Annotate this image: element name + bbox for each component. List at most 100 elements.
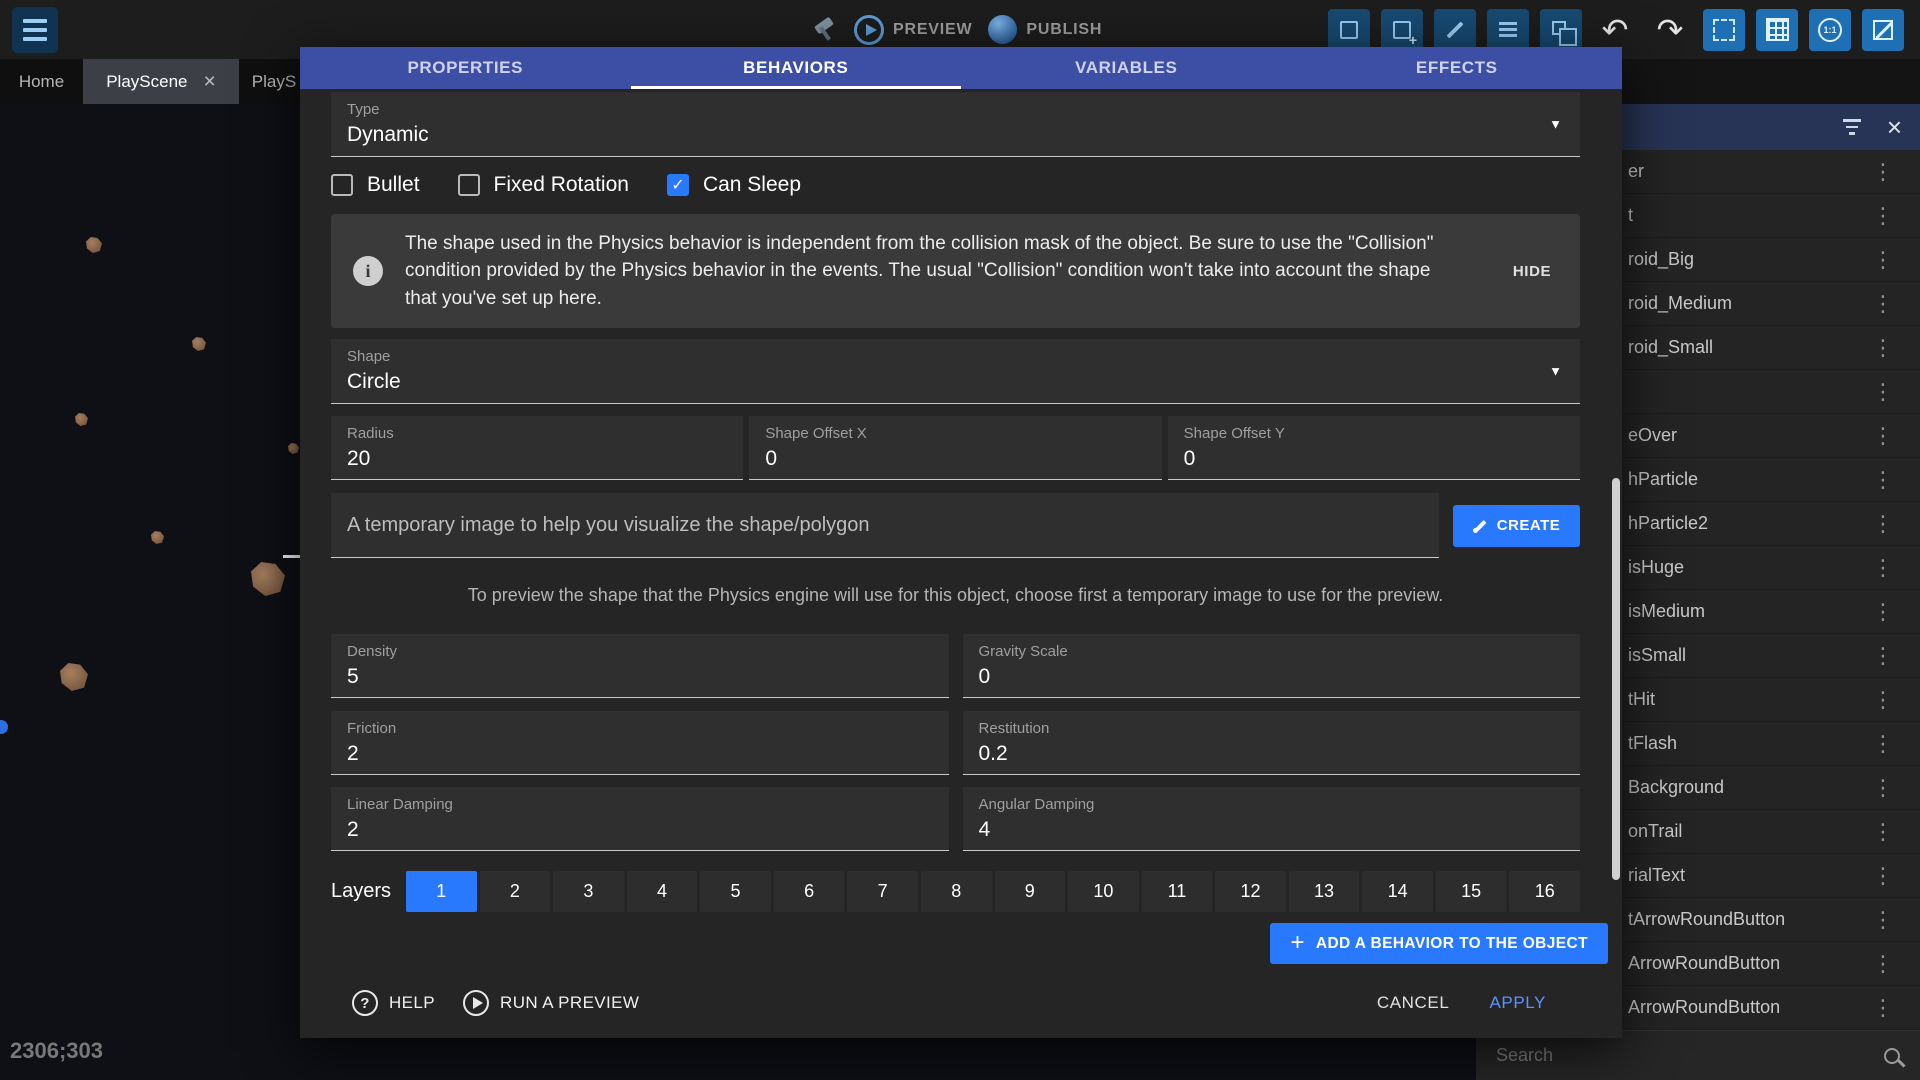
layer-button-4[interactable]: 4 [627, 871, 698, 912]
layer-button-15[interactable]: 15 [1436, 871, 1507, 912]
layer-button-2[interactable]: 2 [480, 871, 551, 912]
layer-button-13[interactable]: 13 [1289, 871, 1360, 912]
grid-toggle-button[interactable] [1756, 9, 1798, 51]
density-field[interactable]: Density 5 [331, 634, 949, 698]
temp-image-input[interactable] [331, 493, 1439, 558]
redo-icon: ↷ [1657, 11, 1684, 49]
dialog-scrollbar[interactable] [1612, 478, 1620, 880]
angular-damping-field[interactable]: Angular Damping 4 [963, 787, 1581, 851]
add-object-button[interactable]: + [1381, 9, 1423, 51]
type-select[interactable]: Type Dynamic ▼ [331, 92, 1580, 157]
project-manager-button[interactable] [12, 7, 58, 53]
debugger-icon[interactable] [812, 17, 838, 43]
shape-offset-y-field[interactable]: Shape Offset Y 0 [1168, 416, 1580, 480]
item-menu-icon[interactable]: ⋮ [1872, 291, 1894, 317]
checkbox-checked-icon: ✓ [667, 174, 689, 196]
asteroid-sprite[interactable] [192, 337, 206, 351]
zoom-reset-button[interactable]: 1:1 [1809, 9, 1851, 51]
select-tool-button[interactable] [1703, 9, 1745, 51]
checkbox-can-sleep[interactable]: ✓ Can Sleep [667, 173, 801, 197]
friction-field[interactable]: Friction 2 [331, 711, 949, 775]
layer-button-1[interactable]: 1 [406, 871, 477, 912]
shape-offset-x-field[interactable]: Shape Offset X 0 [749, 416, 1161, 480]
asteroid-sprite[interactable] [75, 413, 88, 426]
tab-variables[interactable]: VARIABLES [961, 47, 1292, 89]
asteroid-sprite[interactable] [86, 237, 102, 253]
tab-properties[interactable]: PROPERTIES [300, 47, 631, 89]
item-menu-icon[interactable]: ⋮ [1872, 731, 1894, 757]
tab-effects[interactable]: EFFECTS [1292, 47, 1623, 89]
type-label: Type [347, 101, 1564, 118]
gravity-scale-field[interactable]: Gravity Scale 0 [963, 634, 1581, 698]
tab-home[interactable]: Home [0, 59, 83, 104]
item-menu-icon[interactable]: ⋮ [1872, 863, 1894, 889]
item-menu-icon[interactable]: ⋮ [1872, 159, 1894, 185]
layer-button-9[interactable]: 9 [995, 871, 1066, 912]
checkbox-bullet[interactable]: Bullet [331, 173, 420, 197]
item-menu-icon[interactable]: ⋮ [1872, 643, 1894, 669]
layers-label: Layers [331, 880, 393, 903]
layer-button-12[interactable]: 12 [1215, 871, 1286, 912]
undo-button[interactable]: ↶ [1593, 8, 1637, 52]
add-behavior-button[interactable]: + ADD A BEHAVIOR TO THE OBJECT [1270, 923, 1608, 964]
radius-field[interactable]: Radius 20 [331, 416, 743, 480]
shape-select[interactable]: Shape Circle ▼ [331, 339, 1580, 404]
checkbox-fixed-rotation[interactable]: Fixed Rotation [458, 173, 629, 197]
item-menu-icon[interactable]: ⋮ [1872, 467, 1894, 493]
layer-button-11[interactable]: 11 [1142, 871, 1213, 912]
run-preview-button[interactable]: RUN A PREVIEW [463, 990, 639, 1016]
item-menu-icon[interactable]: ⋮ [1872, 599, 1894, 625]
cancel-button[interactable]: CANCEL [1377, 993, 1450, 1013]
item-menu-icon[interactable]: ⋮ [1872, 687, 1894, 713]
edit-button[interactable] [1434, 9, 1476, 51]
asteroid-sprite[interactable] [151, 531, 164, 544]
close-icon[interactable]: × [204, 71, 216, 92]
item-menu-icon[interactable]: ⋮ [1872, 995, 1894, 1021]
undo-icon: ↶ [1602, 11, 1629, 49]
item-menu-icon[interactable]: ⋮ [1872, 951, 1894, 977]
linear-damping-field[interactable]: Linear Damping 2 [331, 787, 949, 851]
search-input[interactable] [1496, 1045, 1884, 1066]
asteroid-sprite[interactable] [60, 663, 88, 691]
layer-button-16[interactable]: 16 [1509, 871, 1580, 912]
objects-editor-button[interactable] [1328, 9, 1370, 51]
layers-selector: Layers 1 2 3 4 5 6 7 8 9 10 11 12 13 14 … [331, 871, 1580, 912]
preview-button[interactable]: PREVIEW [854, 15, 972, 45]
layer-button-14[interactable]: 14 [1362, 871, 1433, 912]
filter-icon[interactable] [1843, 119, 1861, 135]
tab-playscene[interactable]: PlayScene × [83, 59, 239, 104]
instance-marker[interactable] [0, 720, 8, 734]
asteroid-sprite[interactable] [251, 562, 285, 596]
properties-list-button[interactable] [1487, 9, 1529, 51]
layer-button-10[interactable]: 10 [1068, 871, 1139, 912]
layer-button-7[interactable]: 7 [847, 871, 918, 912]
publish-button[interactable]: PUBLISH [988, 15, 1102, 44]
tab-behaviors[interactable]: BEHAVIORS [631, 47, 962, 89]
item-menu-icon[interactable]: ⋮ [1872, 247, 1894, 273]
tab-playscene-2[interactable]: PlayS [239, 59, 309, 104]
restitution-field[interactable]: Restitution 0.2 [963, 711, 1581, 775]
help-button[interactable]: ? HELP [352, 990, 435, 1016]
apply-button[interactable]: APPLY [1489, 993, 1546, 1013]
item-menu-icon[interactable]: ⋮ [1872, 907, 1894, 933]
item-menu-icon[interactable]: ⋮ [1872, 775, 1894, 801]
layer-button-8[interactable]: 8 [921, 871, 992, 912]
item-menu-icon[interactable]: ⋮ [1872, 511, 1894, 537]
layer-button-6[interactable]: 6 [774, 871, 845, 912]
item-menu-icon[interactable]: ⋮ [1872, 819, 1894, 845]
item-menu-icon[interactable]: ⋮ [1872, 555, 1894, 581]
item-menu-icon[interactable]: ⋮ [1872, 379, 1894, 405]
instances-list-button[interactable] [1540, 9, 1582, 51]
layer-button-3[interactable]: 3 [553, 871, 624, 912]
info-icon: i [353, 256, 383, 286]
asteroid-sprite[interactable] [288, 443, 299, 454]
close-icon[interactable]: × [1887, 114, 1902, 140]
item-menu-icon[interactable]: ⋮ [1872, 335, 1894, 361]
hide-button[interactable]: HIDE [1484, 263, 1580, 280]
redo-button[interactable]: ↷ [1648, 8, 1692, 52]
create-button[interactable]: CREATE [1453, 505, 1580, 547]
scene-properties-button[interactable] [1862, 9, 1904, 51]
item-menu-icon[interactable]: ⋮ [1872, 203, 1894, 229]
layer-button-5[interactable]: 5 [700, 871, 771, 912]
item-menu-icon[interactable]: ⋮ [1872, 423, 1894, 449]
